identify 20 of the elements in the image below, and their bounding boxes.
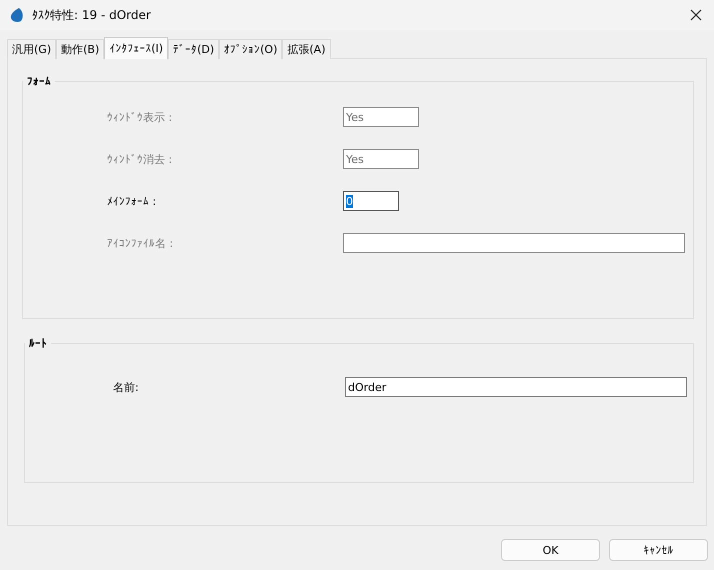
tab[interactable]: 動作(B) [56,39,104,59]
tab[interactable]: ｵﾌﾟｼｮﾝ(O) [219,39,282,59]
tab[interactable]: ﾃﾞｰﾀ(D) [168,39,220,59]
field-label: 名前: [113,380,140,394]
tab[interactable]: ｲﾝﾀﾌｪｰｽ(I) [104,37,168,59]
field-label: ｱｲｺﾝﾌｧｲﾙ名 : [107,236,174,250]
tab[interactable]: 汎用(G) [7,39,56,59]
field-label: ｳｨﾝﾄﾞｳ消去 : [107,152,174,166]
window-title: ﾀｽｸ特性: 19 - dOrder [32,6,151,24]
dialog-button[interactable]: OK [501,539,600,561]
dialog-button[interactable]: ｷｬﾝｾﾙ [609,539,708,561]
app-icon [10,7,24,23]
text-field[interactable]: dOrder [345,377,687,397]
group-title: ﾙｰﾄ [28,337,48,350]
tab[interactable]: 拡張(A) [282,39,330,59]
field-label: ｳｨﾝﾄﾞｳ表示 : [107,110,174,124]
field-label: ﾒｲﾝﾌｫｰﾑ : [107,194,158,208]
close-icon[interactable] [690,9,702,21]
text-field[interactable]: 0 [343,191,399,211]
group-title: ﾌｫｰﾑ [26,75,52,88]
